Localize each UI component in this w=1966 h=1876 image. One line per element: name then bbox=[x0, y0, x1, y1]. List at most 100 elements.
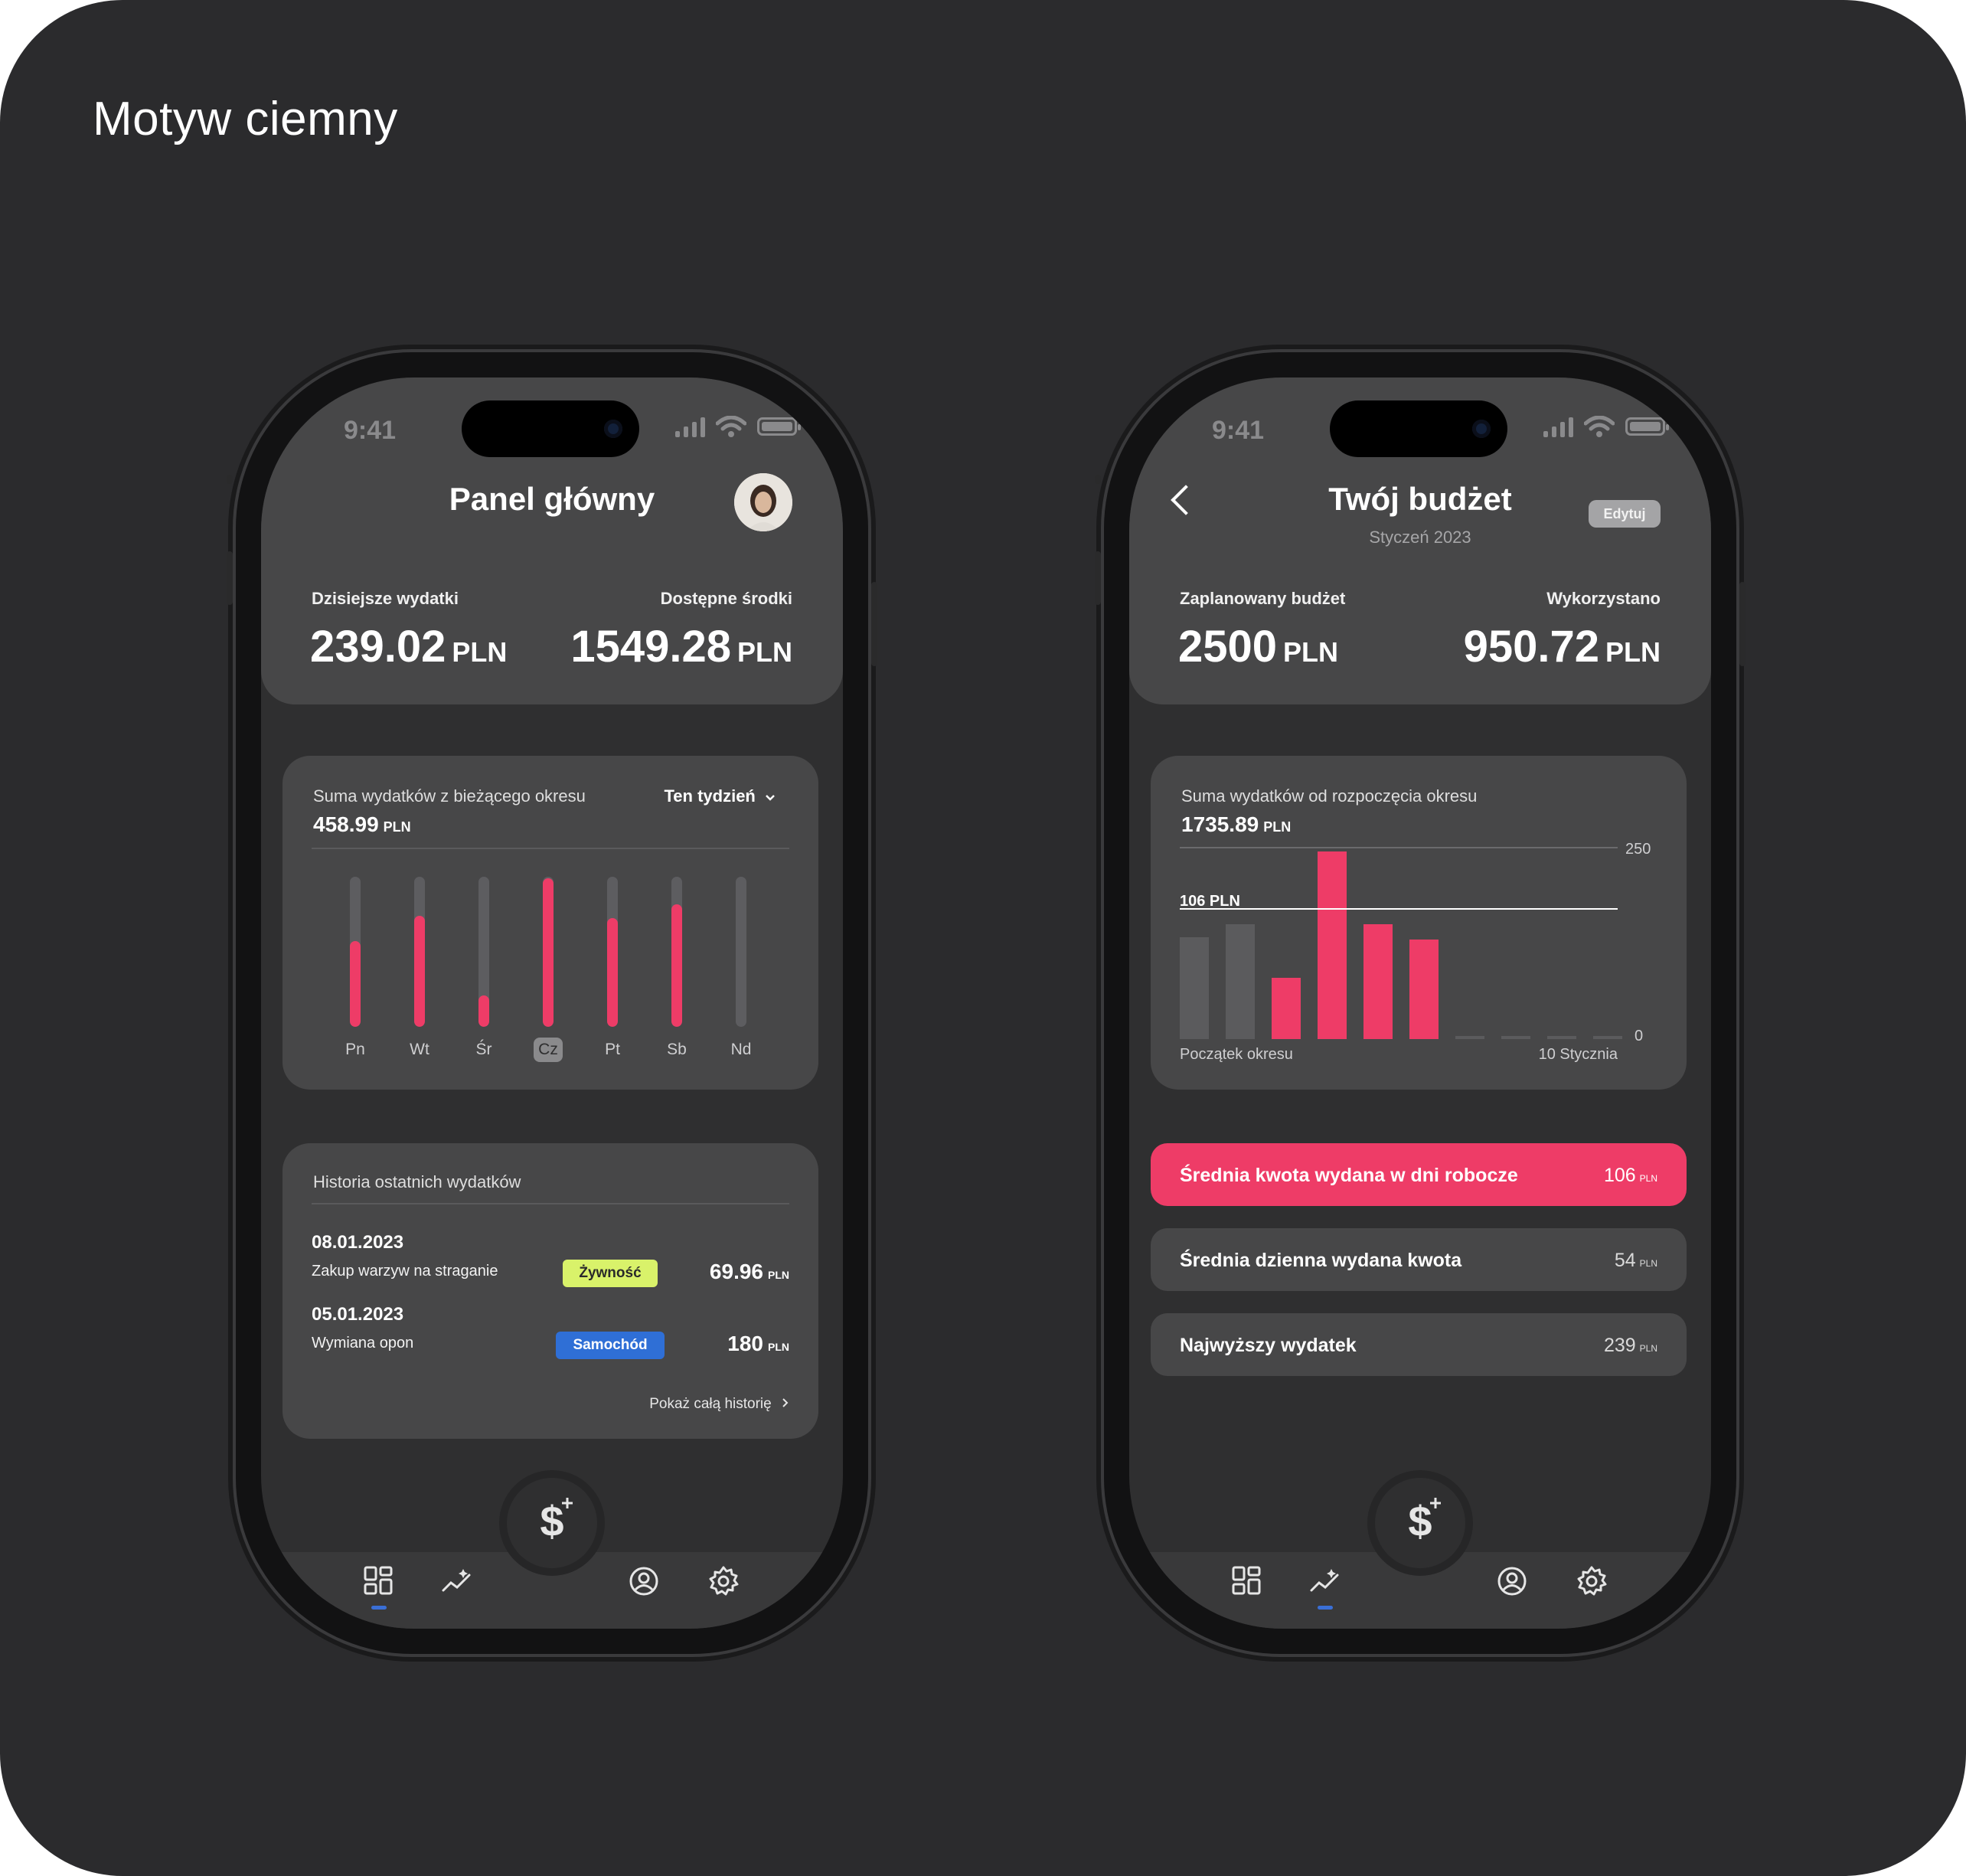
stat-value: 239 PLN bbox=[1603, 1335, 1657, 1356]
page-subtitle: Styczeń 2023 bbox=[1369, 528, 1471, 547]
budget-bar bbox=[1180, 937, 1209, 1039]
status-time: 9:41 bbox=[1212, 416, 1265, 445]
divider bbox=[312, 848, 789, 849]
category-tag-car[interactable]: Samochód bbox=[556, 1332, 665, 1359]
chevron-right-icon bbox=[782, 1398, 789, 1407]
budget-bar bbox=[1272, 978, 1301, 1039]
active-tab-indicator bbox=[1318, 1606, 1333, 1610]
show-all-history-link[interactable]: Pokaż całą historię bbox=[649, 1396, 789, 1413]
planned-budget-value: 2500 PLN bbox=[1178, 622, 1339, 672]
y-max-label: 250 bbox=[1625, 841, 1651, 858]
battery-icon bbox=[1625, 417, 1669, 436]
wifi-icon bbox=[716, 416, 746, 437]
add-expense-button[interactable]: $ bbox=[1375, 1478, 1465, 1568]
history-amount: 180 PLN bbox=[727, 1332, 789, 1355]
budget-chart-card: Suma wydatków od rozpoczęcia okresu 1735… bbox=[1151, 756, 1687, 1090]
day-label-Nd[interactable]: Nd bbox=[718, 1041, 764, 1059]
x-start-label: Początek okresu bbox=[1180, 1046, 1293, 1063]
weekly-bar-Nd bbox=[736, 877, 746, 1027]
weekly-bar-fill bbox=[350, 941, 361, 1027]
today-expenses-label: Dzisiejsze wydatki bbox=[312, 589, 459, 608]
planned-budget-label: Zaplanowany budżet bbox=[1180, 589, 1346, 608]
y-min-label: 0 bbox=[1635, 1028, 1643, 1044]
history-desc: Zakup warzyw na straganie bbox=[312, 1263, 498, 1280]
budget-bar bbox=[1363, 924, 1393, 1039]
period-dropdown[interactable]: Ten tydzień bbox=[664, 786, 776, 806]
budget-bar bbox=[1226, 924, 1255, 1039]
dashboard-icon[interactable] bbox=[1230, 1564, 1264, 1598]
status-icons bbox=[1543, 416, 1669, 437]
stat-label: Średnia dzienna wydana kwota bbox=[1180, 1250, 1462, 1271]
day-label-Pn[interactable]: Pn bbox=[332, 1041, 378, 1059]
avatar[interactable] bbox=[734, 473, 792, 531]
weekly-sum-label: Suma wydatków z bieżącego okresu bbox=[313, 786, 586, 806]
signal-icon bbox=[675, 416, 705, 437]
day-label-Sb[interactable]: Sb bbox=[654, 1041, 700, 1059]
weekly-sum-value: 458.99 PLN bbox=[313, 812, 411, 836]
weekly-expenses-card: Suma wydatków z bieżącego okresu 458.99 P… bbox=[282, 756, 818, 1090]
weekly-bar-Cz bbox=[543, 877, 554, 1027]
stat-label: Średnia kwota wydana w dni robocze bbox=[1180, 1165, 1518, 1186]
profile-icon[interactable] bbox=[627, 1564, 661, 1598]
header-card: 9:41 Panel główny Dzisiejsze wydatki Dos… bbox=[261, 377, 843, 704]
plus-icon bbox=[562, 1498, 573, 1508]
history-title: Historia ostatnich wydatków bbox=[313, 1172, 521, 1191]
edit-button[interactable]: Edytuj bbox=[1589, 500, 1661, 528]
header-card: 9:41 Twój budżet Styczeń 2023 Edytuj Zap… bbox=[1129, 377, 1711, 704]
day-label-Cz[interactable]: Cz bbox=[534, 1038, 563, 1062]
available-funds-label: Dostępne środki bbox=[660, 589, 792, 608]
chevron-down-icon bbox=[766, 795, 775, 801]
trend-icon[interactable] bbox=[1308, 1564, 1342, 1598]
dashboard-icon[interactable] bbox=[362, 1564, 396, 1598]
x-end-label: 10 Stycznia bbox=[1539, 1046, 1618, 1063]
day-label-Pt[interactable]: Pt bbox=[589, 1041, 635, 1059]
settings-icon[interactable] bbox=[707, 1564, 740, 1598]
trend-icon[interactable] bbox=[440, 1564, 474, 1598]
camera-icon bbox=[604, 420, 622, 438]
history-date: 05.01.2023 bbox=[312, 1304, 404, 1325]
dynamic-island bbox=[462, 400, 639, 457]
camera-icon bbox=[1472, 420, 1491, 438]
budget-bar bbox=[1318, 851, 1347, 1039]
status-icons bbox=[675, 416, 801, 437]
dynamic-island bbox=[1330, 400, 1507, 457]
canvas: Motyw ciemny 9:41 Panel główny Dzisiejsz… bbox=[0, 0, 1966, 1876]
used-value: 950.72 PLN bbox=[1463, 622, 1661, 672]
budget-bar bbox=[1593, 1036, 1622, 1039]
add-expense-button[interactable]: $ bbox=[507, 1478, 597, 1568]
screen-budget: 9:41 Twój budżet Styczeń 2023 Edytuj Zap… bbox=[1129, 377, 1711, 1629]
weekly-bar-Wt bbox=[414, 877, 425, 1027]
history-desc: Wymiana opon bbox=[312, 1335, 414, 1351]
weekly-bar-Śr bbox=[478, 877, 489, 1027]
stat-value: 106 PLN bbox=[1603, 1165, 1657, 1186]
history-amount: 69.96 PLN bbox=[709, 1260, 789, 1283]
weekly-bar-fill bbox=[607, 918, 618, 1027]
settings-icon[interactable] bbox=[1575, 1564, 1608, 1598]
budget-bar bbox=[1547, 1036, 1576, 1039]
active-tab-indicator bbox=[371, 1606, 387, 1610]
avatar-image bbox=[734, 473, 792, 531]
weekly-bar-Sb bbox=[671, 877, 682, 1027]
day-label-Wt[interactable]: Wt bbox=[397, 1041, 443, 1059]
today-expenses-value: 239.02 PLN bbox=[310, 622, 508, 672]
available-funds-value: 1549.28 PLN bbox=[570, 622, 792, 672]
profile-icon[interactable] bbox=[1495, 1564, 1529, 1598]
stat-daily-average[interactable]: Średnia dzienna wydana kwota 54 PLN bbox=[1151, 1228, 1687, 1291]
stat-highest-expense[interactable]: Najwyższy wydatek 239 PLN bbox=[1151, 1313, 1687, 1376]
history-date: 08.01.2023 bbox=[312, 1232, 404, 1253]
dollar-plus-icon: $ bbox=[540, 1497, 564, 1545]
stat-label: Najwyższy wydatek bbox=[1180, 1335, 1357, 1356]
status-time: 9:41 bbox=[344, 416, 397, 445]
wifi-icon bbox=[1584, 416, 1615, 437]
day-label-Śr[interactable]: Śr bbox=[461, 1041, 507, 1059]
stat-workday-average[interactable]: Średnia kwota wydana w dni robocze 106 PL… bbox=[1151, 1143, 1687, 1206]
screen-dashboard: 9:41 Panel główny Dzisiejsze wydatki Dos… bbox=[261, 377, 843, 1629]
canvas-title: Motyw ciemny bbox=[93, 93, 398, 145]
weekly-bar-Pn bbox=[350, 877, 361, 1027]
budget-bar bbox=[1409, 940, 1439, 1039]
used-label: Wykorzystano bbox=[1546, 589, 1661, 608]
phone-dashboard: 9:41 Panel główny Dzisiejsze wydatki Dos… bbox=[227, 352, 877, 1654]
history-card: Historia ostatnich wydatków 08.01.2023 Z… bbox=[282, 1143, 818, 1439]
category-tag-food[interactable]: Żywność bbox=[563, 1260, 658, 1287]
reference-line-label: 106 PLN bbox=[1180, 893, 1240, 910]
